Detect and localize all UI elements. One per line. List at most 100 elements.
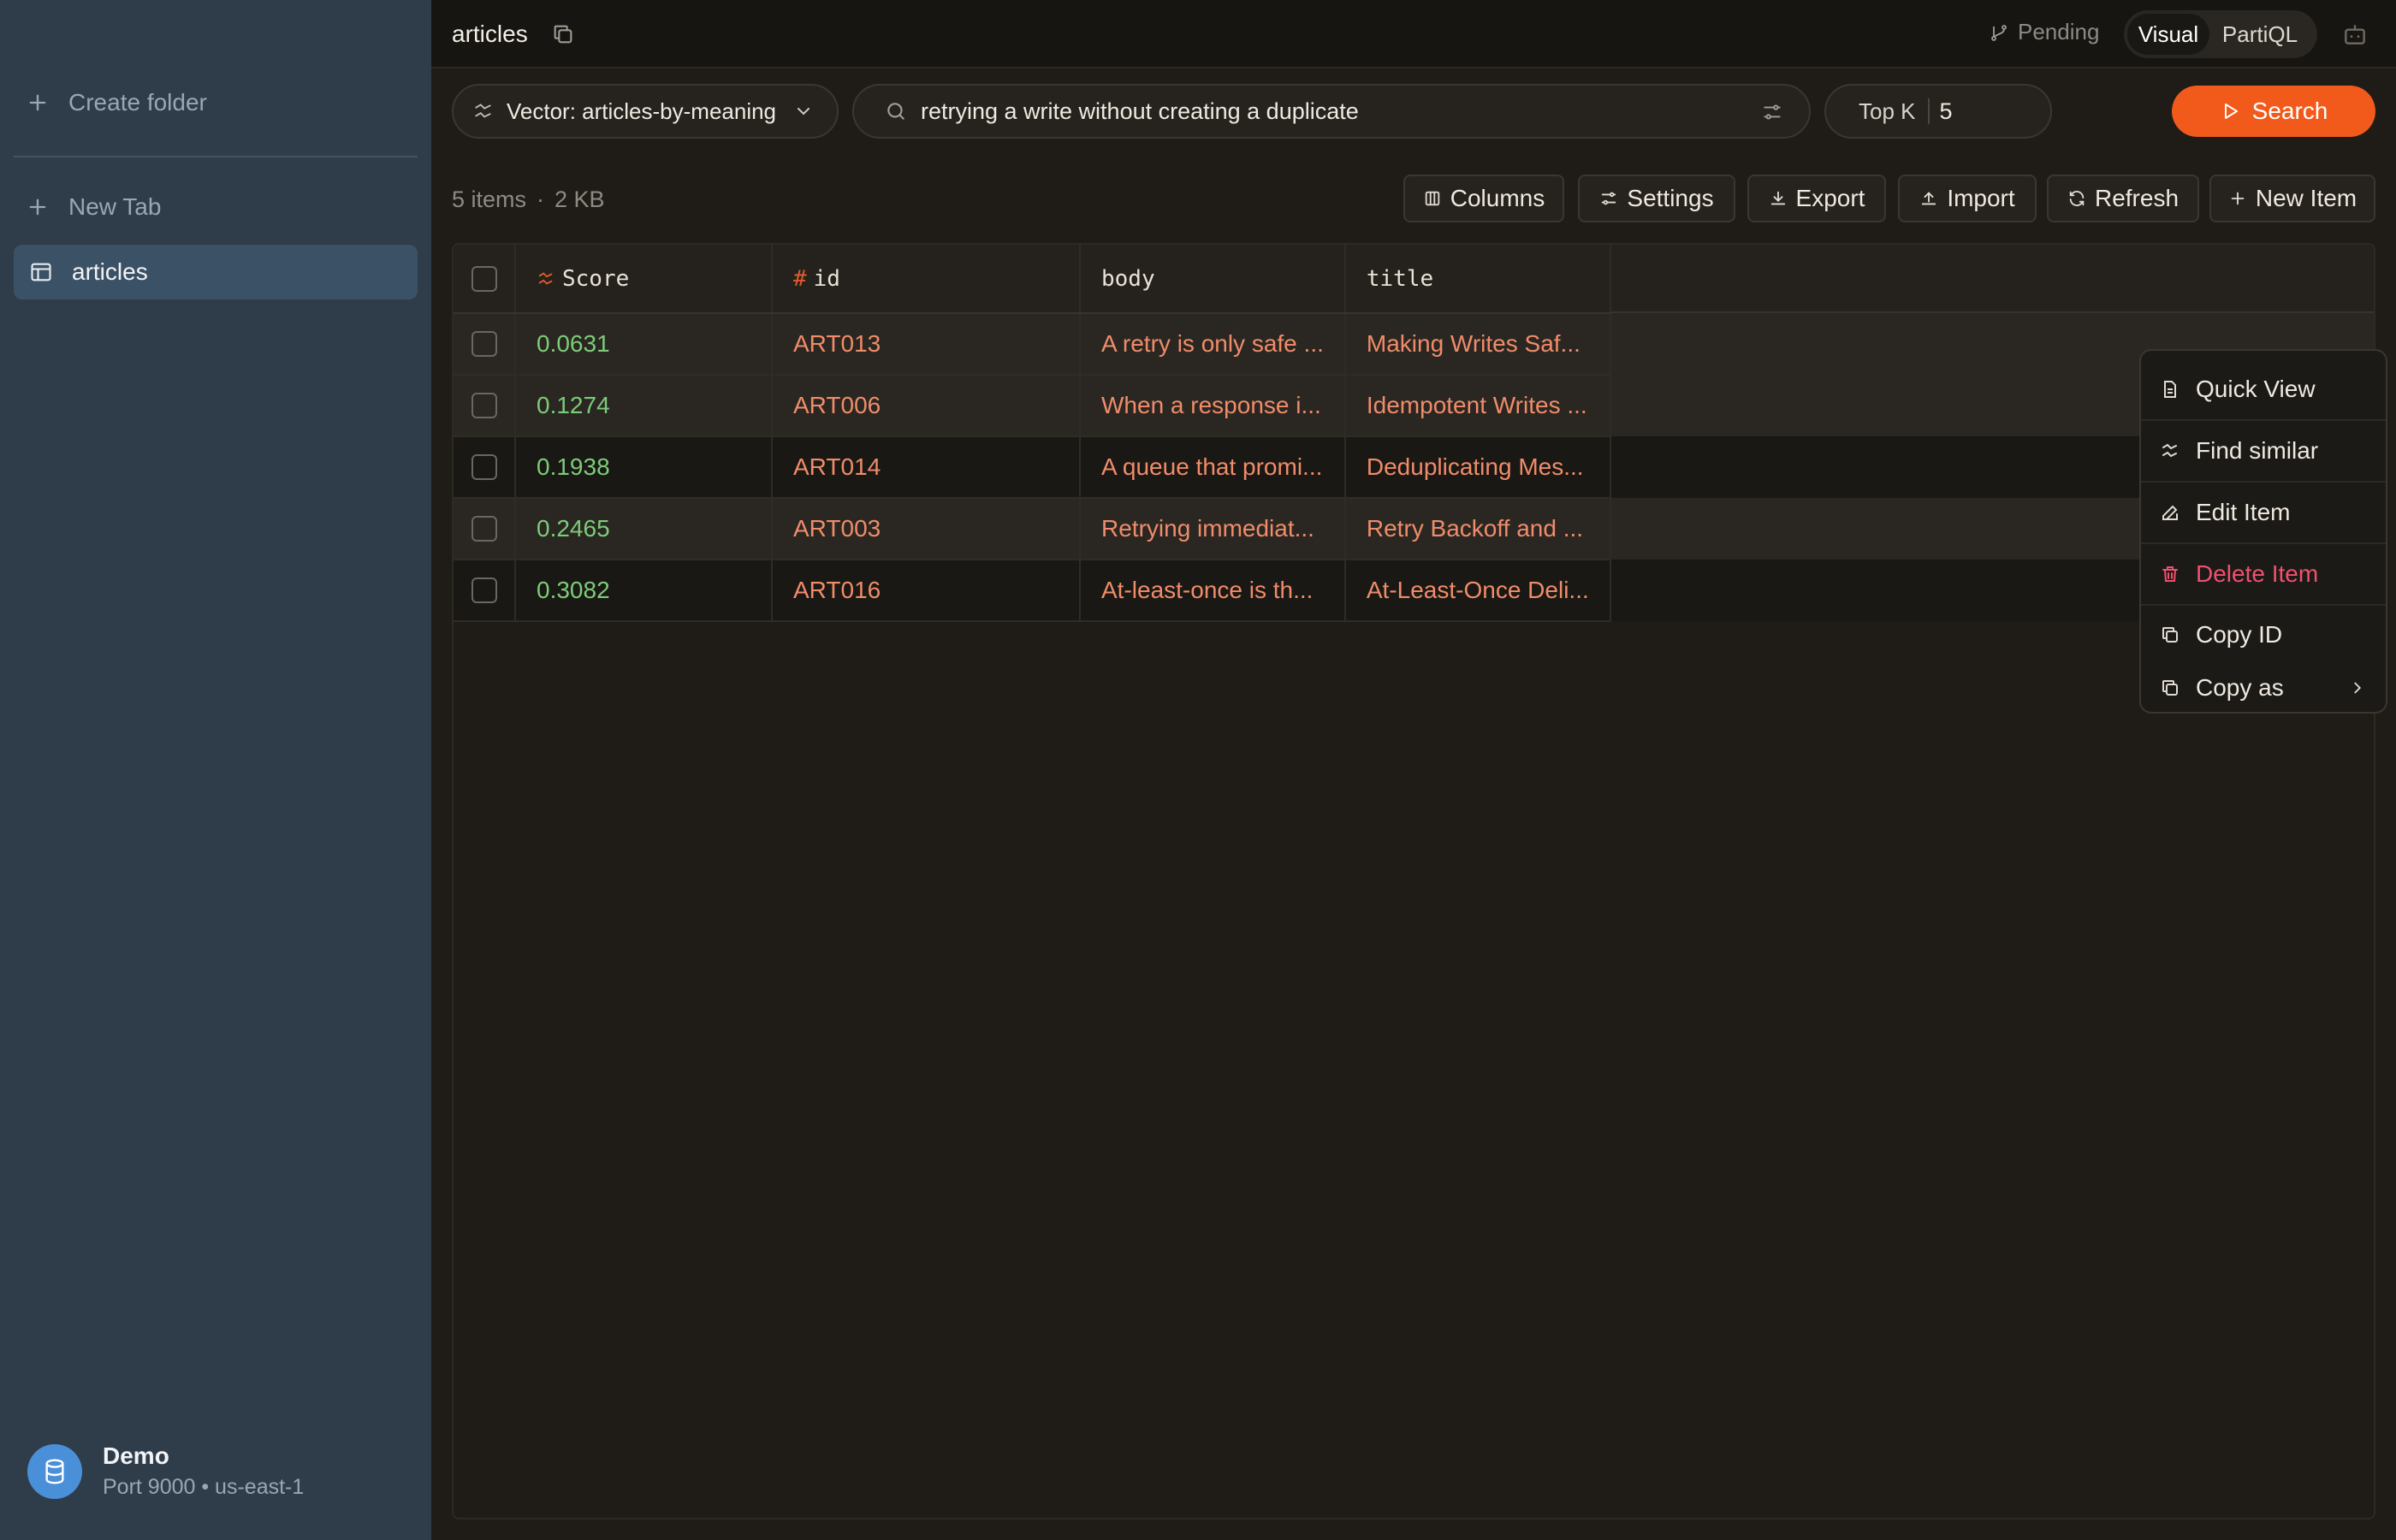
refresh-button[interactable]: Refresh	[2047, 175, 2199, 222]
create-folder-label: Create folder	[68, 89, 207, 116]
table-row[interactable]: 0.0631 ART013 A retry is only safe ... M…	[454, 313, 1611, 376]
create-folder-button[interactable]: Create folder	[26, 89, 207, 116]
columns-icon	[1425, 191, 1439, 206]
pending-changes-button[interactable]: Pending	[1989, 19, 2099, 45]
menu-item-edit-item[interactable]: Edit Item	[2141, 483, 2386, 544]
score-cell[interactable]: 0.3082	[515, 560, 773, 622]
upload-icon	[1922, 192, 1936, 205]
new-tab-button[interactable]: New Tab	[26, 193, 161, 221]
menu-item-label: Delete Item	[2196, 560, 2319, 587]
body-cell[interactable]: At-least-once is th...	[1080, 560, 1346, 622]
score-cell[interactable]: 0.0631	[515, 313, 773, 376]
import-button[interactable]: Import	[1898, 175, 2037, 222]
file-icon	[2164, 381, 2176, 398]
id-cell[interactable]: ART003	[772, 498, 1081, 560]
top-k-input[interactable]	[1939, 98, 2025, 125]
search-button[interactable]: Search	[2172, 86, 2375, 137]
body-cell[interactable]: When a response i...	[1080, 375, 1346, 437]
index-select[interactable]: Vector: articles-by-meaning	[452, 84, 839, 139]
connection-profile[interactable]: Demo Port 9000 • us-east-1	[27, 1442, 304, 1500]
select-all-cell	[454, 245, 516, 314]
column-header-body[interactable]: body	[1080, 245, 1346, 314]
mode-partiql-button[interactable]: PartiQL	[2209, 14, 2310, 55]
score-cell[interactable]: 0.1274	[515, 375, 773, 437]
table-row[interactable]: 0.1274 ART006 When a response i... Idemp…	[454, 375, 1611, 437]
result-meta: 5 items · 2 KB	[452, 187, 605, 213]
table-row[interactable]: 0.2465 ART003 Retrying immediat... Retry…	[454, 498, 1611, 560]
body-cell[interactable]: A retry is only safe ...	[1080, 313, 1346, 376]
columns-label: Columns	[1450, 185, 1545, 211]
body-cell[interactable]: A queue that promi...	[1080, 436, 1346, 499]
menu-item-copy-as[interactable]: Copy as	[2141, 664, 2386, 712]
column-header-label: id	[813, 265, 840, 292]
id-cell[interactable]: ART016	[772, 560, 1081, 622]
row-context-menu: Quick View Find similar Edit Item Delete…	[2139, 349, 2387, 714]
row-checkbox[interactable]	[471, 516, 497, 542]
row-select-cell	[454, 375, 516, 437]
select-all-checkbox[interactable]	[471, 265, 497, 292]
menu-item-copy-id[interactable]: Copy ID	[2141, 606, 2386, 664]
results-grid: Score # id body title 0.0631 ART013 A ret…	[452, 243, 2375, 1519]
column-header-label: body	[1101, 265, 1155, 292]
column-header-id[interactable]: # id	[772, 245, 1081, 314]
row-checkbox[interactable]	[471, 393, 497, 418]
import-label: Import	[1947, 185, 2015, 211]
chevron-right-icon	[2354, 682, 2362, 694]
new-item-label: New Item	[2255, 185, 2357, 211]
export-button[interactable]: Export	[1747, 175, 1886, 222]
menu-item-label: Copy as	[2196, 674, 2284, 701]
table-icon	[31, 263, 51, 281]
search-input[interactable]	[921, 98, 1742, 125]
copy-icon[interactable]	[551, 22, 575, 46]
sliders-icon	[1602, 192, 1616, 205]
profile-details: Port 9000 • us-east-1	[103, 1475, 305, 1499]
sidebar-item-articles[interactable]: articles	[14, 245, 418, 299]
body-cell[interactable]: Retrying immediat...	[1080, 498, 1346, 560]
settings-button[interactable]: Settings	[1578, 175, 1735, 222]
plus-icon	[2231, 192, 2245, 205]
sliders-icon[interactable]	[1761, 101, 1783, 123]
refresh-icon	[2069, 191, 2085, 206]
new-item-button[interactable]: New Item	[2209, 175, 2375, 222]
score-cell[interactable]: 0.1938	[515, 436, 773, 499]
data-size: 2 KB	[555, 187, 605, 212]
bot-icon[interactable]	[2341, 21, 2369, 48]
title-cell[interactable]: At-Least-Once Deli...	[1344, 560, 1611, 622]
play-icon	[2224, 104, 2238, 119]
columns-button[interactable]: Columns	[1403, 175, 1564, 222]
chevron-down-icon	[798, 108, 810, 116]
search-button-label: Search	[2251, 98, 2328, 124]
row-select-cell	[454, 560, 516, 622]
column-header-label: Score	[562, 265, 630, 292]
title-cell[interactable]: Deduplicating Mes...	[1344, 436, 1611, 499]
column-header-score[interactable]: Score	[515, 245, 773, 314]
row-checkbox[interactable]	[471, 578, 497, 603]
table-header-row: Score # id body title	[454, 245, 1611, 314]
download-icon	[1770, 191, 1785, 205]
mode-visual-button[interactable]: Visual	[2127, 14, 2209, 55]
table-row[interactable]: 0.3082 ART016 At-least-once is th... At-…	[454, 560, 1611, 622]
menu-item-quick-view[interactable]: Quick View	[2141, 359, 2386, 421]
menu-item-delete-item[interactable]: Delete Item	[2141, 544, 2386, 606]
column-header-title[interactable]: title	[1344, 245, 1611, 314]
avatar	[27, 1443, 82, 1499]
column-header-label: title	[1366, 265, 1434, 292]
results-table: Score # id body title 0.0631 ART013 A ret…	[454, 245, 1611, 622]
table-row[interactable]: 0.1938 ART014 A queue that promi... Dedu…	[454, 436, 1611, 499]
title-cell[interactable]: Making Writes Saf...	[1344, 313, 1611, 376]
menu-item-find-similar[interactable]: Find similar	[2141, 421, 2386, 483]
id-cell[interactable]: ART006	[772, 375, 1081, 437]
row-checkbox[interactable]	[471, 454, 497, 480]
id-cell[interactable]: ART013	[772, 313, 1081, 376]
title-cell[interactable]: Retry Backoff and ...	[1344, 498, 1611, 560]
id-cell[interactable]: ART014	[772, 436, 1081, 499]
row-checkbox[interactable]	[471, 331, 497, 357]
main-panel: articles Pending Visual PartiQL Vector: …	[431, 0, 2396, 1540]
copy-icon	[2162, 627, 2178, 643]
vector-icon	[2162, 443, 2177, 458]
row-select-cell	[454, 436, 516, 499]
title-cell[interactable]: Idempotent Writes ...	[1344, 375, 1611, 437]
score-cell[interactable]: 0.2465	[515, 498, 773, 560]
new-tab-label: New Tab	[68, 193, 162, 220]
tab-title: articles	[452, 21, 528, 47]
